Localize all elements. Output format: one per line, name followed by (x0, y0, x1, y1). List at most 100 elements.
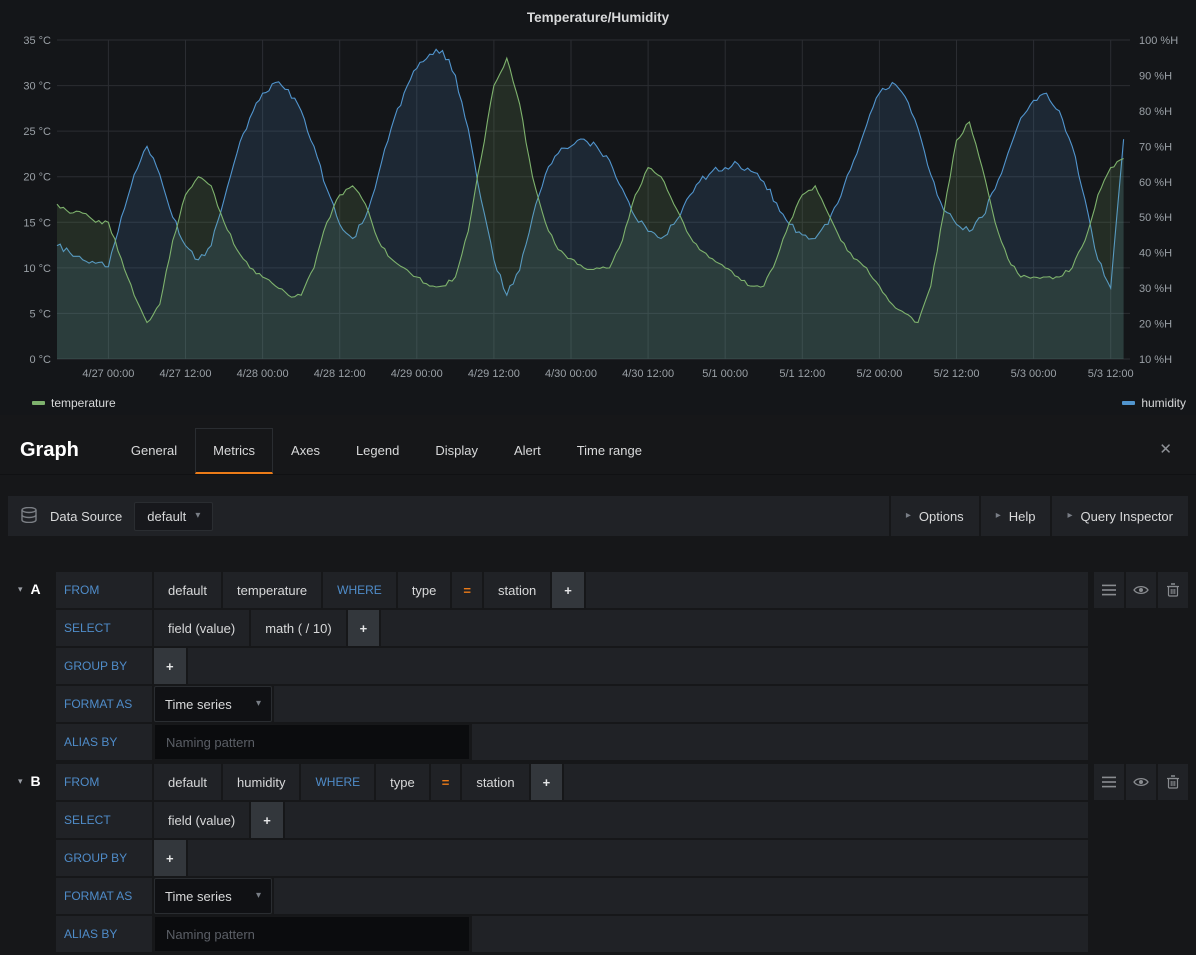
where-tag-value-segment[interactable]: station (462, 764, 528, 800)
row-filler (274, 878, 1088, 914)
y-axis-right-tick-label: 20 %H (1139, 319, 1172, 331)
x-axis-tick-label: 5/3 00:00 (1011, 368, 1057, 380)
query-a-alias-row: ALIAS BY (56, 724, 1088, 760)
x-axis-tick-label: 4/28 00:00 (237, 368, 289, 380)
format-as-select[interactable]: Time series ▾ (154, 686, 272, 722)
alias-by-label: ALIAS BY (56, 916, 152, 952)
query-delete-icon[interactable] (1158, 764, 1188, 800)
tab-time-range[interactable]: Time range (559, 428, 660, 474)
row-filler (381, 610, 1088, 646)
from-measurement-segment[interactable]: humidity (223, 764, 299, 800)
query-delete-icon[interactable] (1158, 572, 1188, 608)
datasource-row: Data Source default ▾ ▸ Options ▸ Help ▸… (8, 496, 1188, 536)
from-label: FROM (56, 764, 152, 800)
x-axis-tick-label: 5/2 00:00 (856, 368, 902, 380)
format-as-label: FORMAT AS (56, 686, 152, 722)
legend-label-humidity: humidity (1141, 396, 1186, 410)
x-axis-tick-label: 4/29 12:00 (468, 368, 520, 380)
row-filler (274, 686, 1088, 722)
row-filler (472, 724, 1088, 760)
where-label: WHERE (301, 764, 374, 800)
query-toggle-visibility-icon[interactable] (1126, 572, 1156, 608)
from-measurement-segment[interactable]: temperature (223, 572, 321, 608)
where-tag-key-segment[interactable]: type (376, 764, 429, 800)
alias-input[interactable] (154, 724, 470, 760)
y-axis-left-tick-label: 5 °C (29, 308, 51, 320)
time-series-chart[interactable]: 0 °C5 °C10 °C15 °C20 °C25 °C30 °C35 °C10… (0, 0, 1196, 400)
where-tag-key-segment[interactable]: type (398, 572, 451, 608)
query-b-select-row: SELECT field (value) + (56, 802, 1088, 838)
query-inspector-button[interactable]: ▸ Query Inspector (1052, 496, 1188, 536)
query-toggle-visibility-icon[interactable] (1126, 764, 1156, 800)
close-editor-icon[interactable]: ✕ (1159, 440, 1172, 458)
select-math-segment[interactable]: math ( / 10) (251, 610, 345, 646)
query-b: ▾ B FROM default humidity WHERE type = s… (8, 764, 1188, 952)
format-as-label: FORMAT AS (56, 878, 152, 914)
format-as-select[interactable]: Time series ▾ (154, 878, 272, 914)
y-axis-left-tick-label: 0 °C (29, 354, 51, 366)
chevron-down-icon: ▾ (256, 699, 261, 709)
chart-legend: temperature humidity (32, 396, 1186, 410)
add-group-by-icon[interactable]: + (154, 840, 186, 876)
tab-metrics[interactable]: Metrics (195, 428, 273, 474)
row-filler (188, 648, 1088, 684)
y-axis-right-tick-label: 100 %H (1139, 35, 1178, 47)
tab-general[interactable]: General (113, 428, 195, 474)
from-database-segment[interactable]: default (154, 764, 221, 800)
query-a: ▾ A FROM default temperature WHERE type … (8, 572, 1188, 760)
query-a-collapse[interactable]: ▾ A (18, 581, 41, 597)
legend-item-humidity[interactable]: humidity (1122, 396, 1186, 410)
query-b-format-row: FORMAT AS Time series ▾ (56, 878, 1088, 914)
y-axis-right-tick-label: 60 %H (1139, 177, 1172, 189)
chevron-down-icon: ▾ (18, 777, 23, 786)
row-filler (586, 572, 1088, 608)
select-field-segment[interactable]: field (value) (154, 610, 249, 646)
y-axis-right-tick-label: 70 %H (1139, 141, 1172, 153)
add-select-icon[interactable]: + (348, 610, 380, 646)
where-operator-segment[interactable]: = (452, 572, 482, 608)
y-axis-right-tick-label: 40 %H (1139, 248, 1172, 260)
add-group-by-icon[interactable]: + (154, 648, 186, 684)
add-select-icon[interactable]: + (251, 802, 283, 838)
options-button[interactable]: ▸ Options (891, 496, 979, 536)
tab-display[interactable]: Display (417, 428, 496, 474)
where-tag-value-segment[interactable]: station (484, 572, 550, 608)
legend-item-temperature[interactable]: temperature (32, 396, 116, 410)
datasource-select[interactable]: default ▾ (134, 502, 213, 531)
query-a-actions (1094, 572, 1188, 608)
y-axis-left-tick-label: 10 °C (23, 263, 51, 275)
query-menu-icon[interactable] (1094, 572, 1124, 608)
datasource-label: Data Source (50, 509, 122, 524)
caret-right-icon: ▸ (1067, 511, 1072, 521)
query-b-from-row: FROM default humidity WHERE type = stati… (56, 764, 1088, 800)
y-axis-left-tick-label: 20 °C (23, 172, 51, 184)
add-condition-icon[interactable]: + (552, 572, 584, 608)
x-axis-tick-label: 4/28 12:00 (314, 368, 366, 380)
tab-axes[interactable]: Axes (273, 428, 338, 474)
tab-legend[interactable]: Legend (338, 428, 417, 474)
help-button[interactable]: ▸ Help (981, 496, 1051, 536)
query-menu-icon[interactable] (1094, 764, 1124, 800)
chevron-down-icon: ▾ (195, 511, 200, 521)
query-ref-letter: B (31, 773, 41, 789)
alias-input[interactable] (154, 916, 470, 952)
group-by-label: GROUP BY (56, 840, 152, 876)
select-field-segment[interactable]: field (value) (154, 802, 249, 838)
chevron-down-icon: ▾ (256, 891, 261, 901)
query-b-alias-row: ALIAS BY (56, 916, 1088, 952)
add-condition-icon[interactable]: + (531, 764, 563, 800)
y-axis-right-tick-label: 10 %H (1139, 354, 1172, 366)
legend-label-temperature: temperature (51, 396, 116, 410)
legend-swatch-temperature (32, 401, 45, 405)
editor-tabs: General Metrics Axes Legend Display Aler… (113, 427, 660, 474)
x-axis-tick-label: 4/30 12:00 (622, 368, 674, 380)
query-ref-letter: A (31, 581, 41, 597)
row-filler (188, 840, 1088, 876)
from-database-segment[interactable]: default (154, 572, 221, 608)
query-b-collapse[interactable]: ▾ B (18, 773, 41, 789)
panel-type-title: Graph (20, 439, 79, 462)
tab-alert[interactable]: Alert (496, 428, 559, 474)
y-axis-right-tick-label: 80 %H (1139, 106, 1172, 118)
where-operator-segment[interactable]: = (431, 764, 461, 800)
panel-title[interactable]: Temperature/Humidity (0, 10, 1196, 25)
